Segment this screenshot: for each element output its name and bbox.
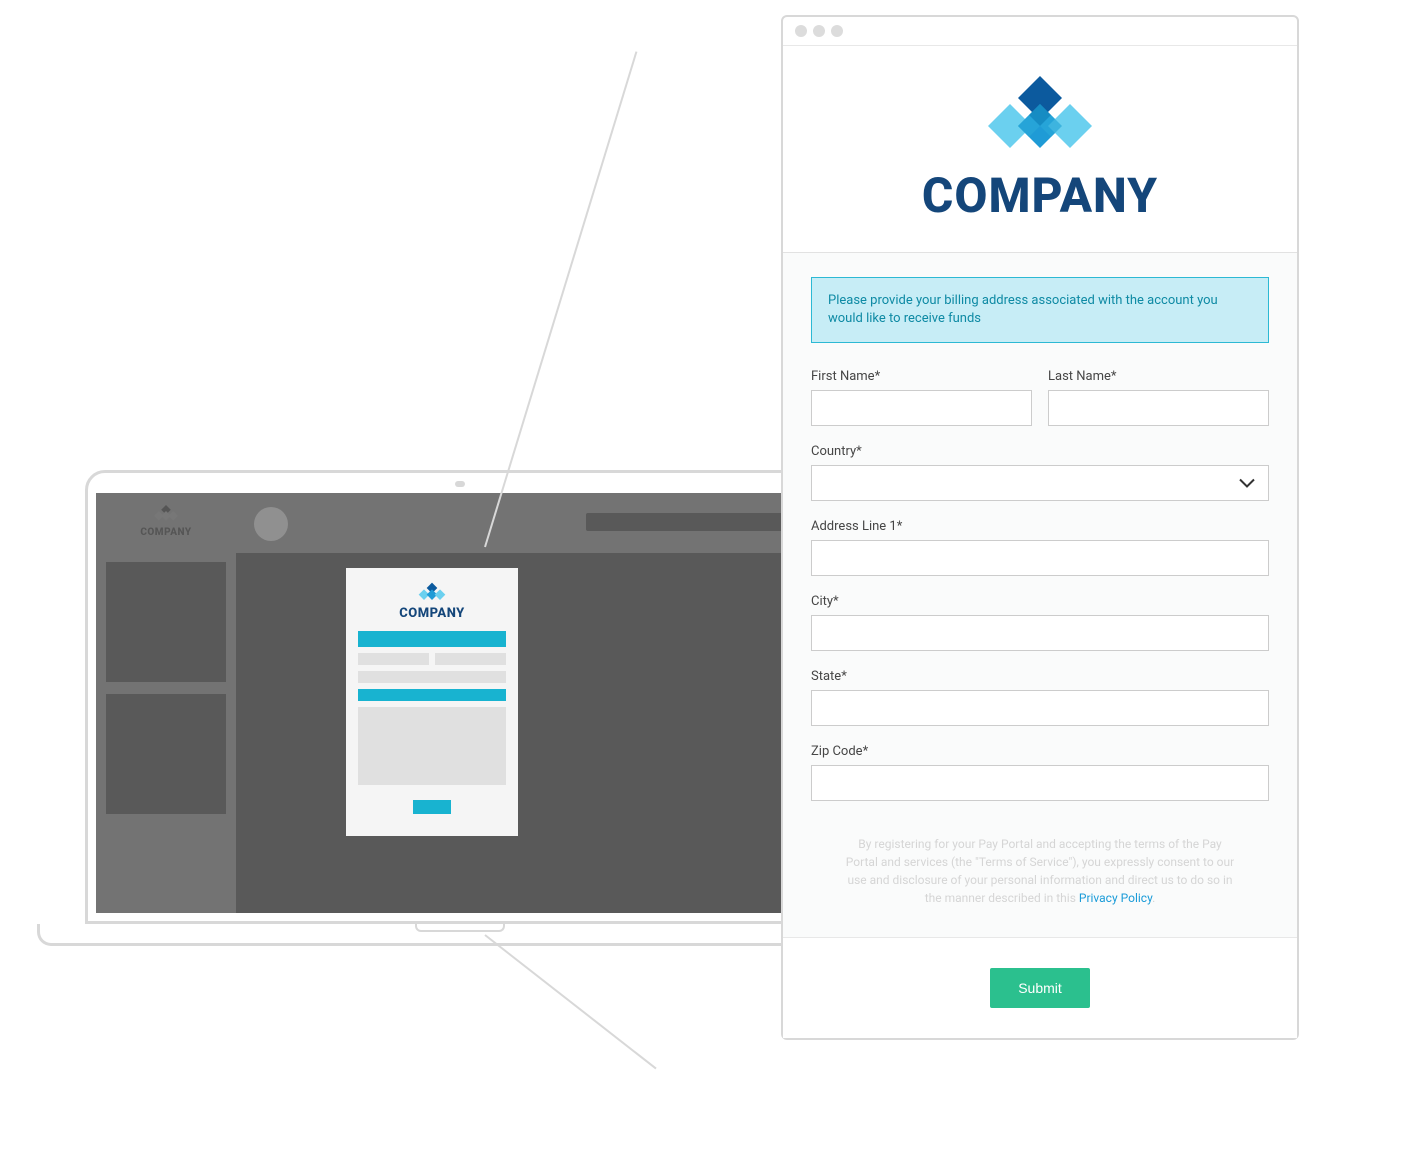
laptop-notch: [415, 924, 505, 932]
laptop-display: COMPANY: [96, 493, 824, 913]
mini-submit-placeholder: [413, 800, 451, 814]
window-control-dot: [831, 25, 843, 37]
mini-sidebar: COMPANY: [96, 493, 236, 913]
mini-placeholder-bar: [358, 671, 506, 683]
first-name-label: First Name*: [811, 369, 1032, 384]
laptop-screen-frame: COMPANY: [85, 470, 835, 924]
mini-placeholder-bar: [358, 653, 429, 665]
mini-mobile-logo-text: COMPANY: [358, 606, 506, 621]
projection-line: [484, 934, 656, 1069]
mini-search-placeholder: [586, 513, 806, 531]
state-input[interactable]: [811, 690, 1269, 726]
mini-placeholder-bar: [358, 689, 506, 701]
last-name-label: Last Name*: [1048, 369, 1269, 384]
mini-mobile-preview: COMPANY: [346, 568, 518, 836]
disclaimer-text: By registering for your Pay Portal and a…: [811, 819, 1269, 925]
mini-sidebar-block: [106, 694, 226, 814]
last-name-input[interactable]: [1048, 390, 1269, 426]
country-label: Country*: [811, 444, 1269, 459]
first-name-input[interactable]: [811, 390, 1032, 426]
mini-topbar: [236, 493, 824, 553]
disclaimer-body: By registering for your Pay Portal and a…: [846, 837, 1234, 905]
state-label: State*: [811, 669, 1269, 684]
submit-section: Submit: [783, 937, 1297, 1038]
city-label: City*: [811, 594, 1269, 609]
submit-button[interactable]: Submit: [990, 968, 1090, 1008]
zip-code-label: Zip Code*: [811, 744, 1269, 759]
zip-code-input[interactable]: [811, 765, 1269, 801]
address-line-1-label: Address Line 1*: [811, 519, 1269, 534]
billing-form: Please provide your billing address asso…: [783, 253, 1297, 937]
mini-placeholder-block: [358, 707, 506, 785]
logo-header: COMPANY: [783, 46, 1297, 253]
mini-mobile-logo: COMPANY: [358, 582, 506, 621]
mini-placeholder-bar: [435, 653, 506, 665]
mini-logo-text: COMPANY: [106, 527, 226, 538]
laptop-illustration: COMPANY: [85, 470, 835, 946]
window-control-dot: [813, 25, 825, 37]
mini-sidebar-block: [106, 562, 226, 682]
address-line-1-input[interactable]: [811, 540, 1269, 576]
laptop-base: [37, 924, 883, 946]
disclaimer-suffix: .: [1152, 891, 1155, 905]
mini-sidebar-logo: COMPANY: [96, 493, 236, 550]
country-select[interactable]: [811, 465, 1269, 501]
window-control-dot: [795, 25, 807, 37]
laptop-camera-icon: [455, 481, 465, 487]
company-logo-text: COMPANY: [803, 167, 1277, 224]
popup-window: COMPANY Please provide your billing addr…: [781, 15, 1299, 1040]
city-input[interactable]: [811, 615, 1269, 651]
info-message: Please provide your billing address asso…: [811, 277, 1269, 343]
company-logo-icon: [803, 76, 1277, 161]
mini-placeholder-bar: [358, 631, 506, 647]
window-titlebar: [783, 17, 1297, 46]
privacy-policy-link[interactable]: Privacy Policy: [1079, 891, 1152, 905]
mini-avatar-icon: [254, 507, 288, 541]
